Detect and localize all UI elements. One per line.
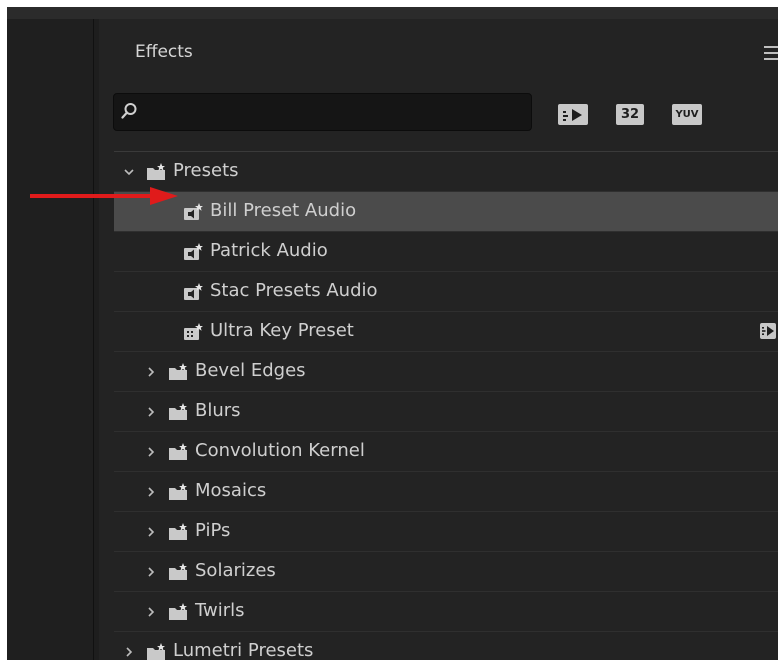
chevron-right-icon[interactable] bbox=[144, 392, 158, 431]
premiere-app-window: Effects 32 YUV Presets Bill Preset Audio P… bbox=[7, 7, 778, 660]
chevron-right-icon[interactable] bbox=[144, 472, 158, 511]
tree-row[interactable]: Twirls bbox=[114, 592, 778, 632]
preset-folder-icon bbox=[146, 163, 166, 181]
preset-folder-icon bbox=[146, 643, 166, 660]
effects-tree: Presets Bill Preset Audio Patrick Audio Sta… bbox=[114, 151, 778, 660]
tree-row[interactable]: Bill Preset Audio bbox=[114, 192, 778, 232]
accelerated-badge-icon bbox=[760, 323, 776, 339]
tree-row-label: Presets bbox=[173, 160, 239, 181]
panel-menu-icon[interactable] bbox=[764, 46, 778, 60]
top-strip bbox=[7, 7, 778, 19]
tree-row-label: Ultra Key Preset bbox=[210, 320, 354, 341]
tree-row[interactable]: Patrick Audio bbox=[114, 232, 778, 272]
audio-preset-icon bbox=[183, 243, 203, 261]
tree-row-label: Bill Preset Audio bbox=[210, 200, 357, 221]
tree-row[interactable]: Bevel Edges bbox=[114, 352, 778, 392]
tree-row[interactable]: Ultra Key Preset bbox=[114, 312, 778, 352]
tree-row-label: Solarizes bbox=[195, 560, 276, 581]
chevron-right-icon[interactable] bbox=[144, 352, 158, 391]
search-icon bbox=[121, 103, 137, 119]
chevron-right-icon[interactable] bbox=[144, 512, 158, 551]
accelerated-effects-filter-button[interactable] bbox=[558, 104, 588, 125]
preset-folder-icon bbox=[168, 443, 188, 461]
audio-preset-icon bbox=[183, 283, 203, 301]
tree-row-label: PiPs bbox=[195, 520, 231, 541]
tree-row-label: Mosaics bbox=[195, 480, 267, 501]
chevron-right-icon[interactable] bbox=[144, 592, 158, 631]
tree-row[interactable]: Presets bbox=[114, 152, 778, 192]
effects-panel: Effects 32 YUV Presets Bill Preset Audio P… bbox=[99, 19, 778, 660]
accelerated-icon bbox=[563, 108, 582, 121]
preset-folder-icon bbox=[168, 483, 188, 501]
tree-row-label: Lumetri Presets bbox=[173, 640, 314, 660]
32-bit-filter-button[interactable]: 32 bbox=[616, 104, 644, 125]
panel-header: Effects bbox=[99, 19, 778, 81]
preset-folder-icon bbox=[168, 403, 188, 421]
tree-row-label: Convolution Kernel bbox=[195, 440, 365, 461]
preset-folder-icon bbox=[168, 563, 188, 581]
tree-row-label: Stac Presets Audio bbox=[210, 280, 378, 301]
preset-folder-icon bbox=[168, 603, 188, 621]
chevron-right-icon[interactable] bbox=[144, 552, 158, 591]
tree-row-label: Patrick Audio bbox=[210, 240, 328, 261]
audio-preset-icon bbox=[183, 203, 203, 221]
search-box[interactable] bbox=[113, 93, 532, 132]
tree-row[interactable]: Lumetri Presets bbox=[114, 632, 778, 660]
yuv-filter-button[interactable]: YUV bbox=[672, 104, 702, 125]
chevron-right-icon[interactable] bbox=[122, 632, 136, 660]
left-pane bbox=[7, 19, 94, 660]
tree-row[interactable]: Stac Presets Audio bbox=[114, 272, 778, 312]
panel-title[interactable]: Effects bbox=[135, 42, 193, 62]
tree-row[interactable]: Solarizes bbox=[114, 552, 778, 592]
tree-row[interactable]: PiPs bbox=[114, 512, 778, 552]
tree-row[interactable]: Mosaics bbox=[114, 472, 778, 512]
tree-row[interactable]: Convolution Kernel bbox=[114, 432, 778, 472]
chevron-right-icon[interactable] bbox=[144, 432, 158, 471]
search-input[interactable] bbox=[144, 94, 528, 132]
preset-folder-icon bbox=[168, 363, 188, 381]
preset-folder-icon bbox=[168, 523, 188, 541]
tree-row-label: Blurs bbox=[195, 400, 241, 421]
video-preset-icon bbox=[183, 323, 203, 341]
tree-row-label: Twirls bbox=[195, 600, 245, 621]
annotation-arrow-icon bbox=[30, 187, 178, 205]
tree-row[interactable]: Blurs bbox=[114, 392, 778, 432]
tree-row-label: Bevel Edges bbox=[195, 360, 306, 381]
